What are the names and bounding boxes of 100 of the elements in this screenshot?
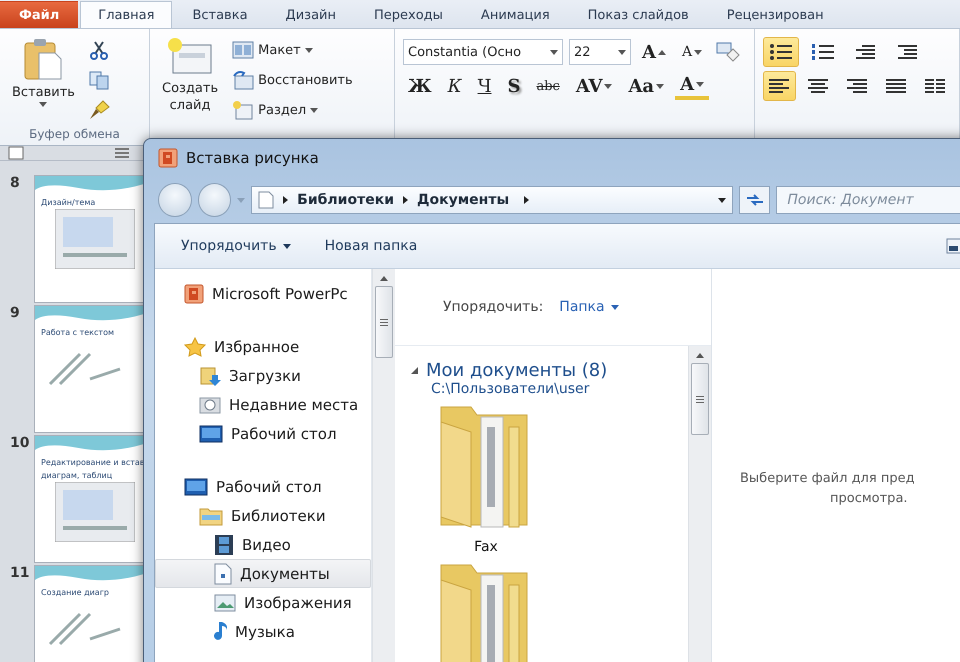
recent-places-icon xyxy=(199,394,221,414)
caret-icon xyxy=(402,196,410,204)
format-button[interactable]: AV xyxy=(570,72,618,100)
grip-icon xyxy=(380,318,388,326)
nav-item[interactable]: Музыка xyxy=(155,617,371,646)
breadcrumb-item[interactable]: Документы xyxy=(417,192,510,208)
preview-message: Выберите файл для пред xyxy=(740,470,915,488)
caret-icon xyxy=(658,48,666,56)
brush-icon xyxy=(88,100,111,120)
scrollbar[interactable] xyxy=(688,346,711,662)
font-size: 22 xyxy=(574,44,591,60)
font-name: Constantia (Осно xyxy=(408,44,522,60)
toolbar-button[interactable]: Упорядочить xyxy=(181,238,291,254)
paragraph-button[interactable] xyxy=(763,71,796,101)
nav-item[interactable]: Рабочий стол xyxy=(155,419,371,448)
caret-icon xyxy=(310,106,318,114)
document-icon xyxy=(258,191,274,209)
format-button[interactable]: Aa xyxy=(623,72,670,100)
arrange-dropdown[interactable]: Папка xyxy=(559,299,619,315)
caret-icon xyxy=(237,196,246,204)
refresh-button[interactable] xyxy=(738,186,770,214)
decrease-indent-icon xyxy=(854,42,876,62)
picture-icon xyxy=(214,594,236,612)
refresh-icon xyxy=(744,192,765,208)
download-folder-icon xyxy=(199,364,221,386)
format-button[interactable]: S xyxy=(502,72,526,100)
paste-button[interactable]: Вставить xyxy=(8,35,79,127)
slide-number: 9 xyxy=(10,305,21,323)
scissors-icon xyxy=(88,40,109,60)
format-button[interactable]: Ч xyxy=(472,72,496,100)
ribbon-tab[interactable]: Переходы xyxy=(356,1,461,28)
slide-number: 8 xyxy=(10,175,21,193)
libraries-folder-icon xyxy=(199,506,223,526)
ribbon-tab[interactable]: Показ слайдов xyxy=(570,1,707,28)
slide-thumbnail[interactable]: Работа с текстом xyxy=(34,305,145,433)
slide-command[interactable]: Раздел xyxy=(230,97,355,123)
search-field[interactable]: Поиск: Документ xyxy=(776,186,960,214)
eraser-icon xyxy=(715,41,742,63)
nav-item[interactable]: Документы xyxy=(155,559,371,588)
star-icon xyxy=(184,336,206,356)
font-name-field[interactable]: Constantia (Осно xyxy=(403,39,563,65)
slide-title: Работа с текстом xyxy=(40,327,116,339)
caret-icon xyxy=(718,196,726,204)
ribbon-tab[interactable]: Анимация xyxy=(462,1,568,28)
slide-number: 11 xyxy=(10,565,28,583)
document-icon xyxy=(214,562,232,584)
toolbar-button[interactable]: Новая папка xyxy=(324,238,418,254)
arrange-label: Упорядочить: xyxy=(443,299,544,315)
caret-icon xyxy=(282,196,290,204)
caret-icon xyxy=(39,101,48,108)
caret-icon xyxy=(550,48,558,56)
shrink-font-button[interactable]: A xyxy=(676,38,708,66)
font-size-field[interactable]: 22 xyxy=(569,39,631,65)
slide-command[interactable]: Восстановить xyxy=(230,67,355,93)
nav-item[interactable]: Недавние места xyxy=(155,390,371,419)
ribbon-tab[interactable]: Дизайн xyxy=(268,1,354,28)
scrollbar[interactable] xyxy=(372,269,395,662)
library-title: Мои документы (8) xyxy=(426,360,608,381)
nav-item[interactable]: Изображения xyxy=(155,588,371,617)
nav-item[interactable]: Microsoft PowerPc xyxy=(155,279,371,308)
ribbon-tab[interactable]: Рецензирован xyxy=(708,1,842,28)
powerpoint-icon xyxy=(158,148,178,168)
address-bar[interactable]: Библиотеки Документы xyxy=(251,186,733,214)
grow-font-button[interactable]: A xyxy=(637,38,671,66)
numbered-list-icon xyxy=(811,42,835,62)
desktop-icon xyxy=(199,424,223,442)
copy-icon xyxy=(88,70,111,90)
slides-tab-icon xyxy=(8,146,24,160)
bullet-list-icon xyxy=(769,42,793,62)
nav-item[interactable]: Видео xyxy=(155,530,371,559)
nav-item[interactable]: Библиотеки xyxy=(155,501,371,530)
format-button[interactable]: Ж xyxy=(403,72,437,100)
paragraph-button[interactable] xyxy=(763,37,799,67)
caret-icon xyxy=(523,196,530,204)
ribbon-tab[interactable]: Файл xyxy=(0,1,78,28)
align-right-icon xyxy=(846,76,868,96)
slide-thumbnail[interactable]: Создание диагр xyxy=(34,565,145,662)
folder-name: Fax xyxy=(474,539,498,555)
caret-icon xyxy=(282,242,291,250)
nav-item[interactable]: Рабочий стол xyxy=(155,472,371,501)
slide-number: 10 xyxy=(10,435,28,453)
caret-icon xyxy=(696,80,704,88)
breadcrumb-item[interactable]: Библиотеки xyxy=(297,192,394,208)
slide-command[interactable]: Макет xyxy=(230,37,355,63)
ribbon-tab[interactable]: Вставка xyxy=(174,1,266,28)
format-button[interactable]: К xyxy=(442,72,467,100)
ribbon-tab[interactable]: Главная xyxy=(80,1,172,28)
nav-item[interactable]: Избранное xyxy=(155,332,371,361)
format-button[interactable]: A xyxy=(675,72,710,100)
powerpoint-icon xyxy=(184,284,204,304)
caret-icon xyxy=(610,304,619,310)
desktop-icon xyxy=(184,478,208,496)
outline-tab-icon xyxy=(114,146,130,160)
collapse-icon xyxy=(411,367,418,374)
format-button[interactable]: abc xyxy=(531,72,565,100)
caret-icon xyxy=(656,82,664,90)
caret-icon xyxy=(604,82,612,90)
music-note-icon xyxy=(214,622,227,642)
nav-item[interactable]: Загрузки xyxy=(155,361,371,390)
slide-thumbnail[interactable]: Дизайн/тема xyxy=(34,175,145,303)
